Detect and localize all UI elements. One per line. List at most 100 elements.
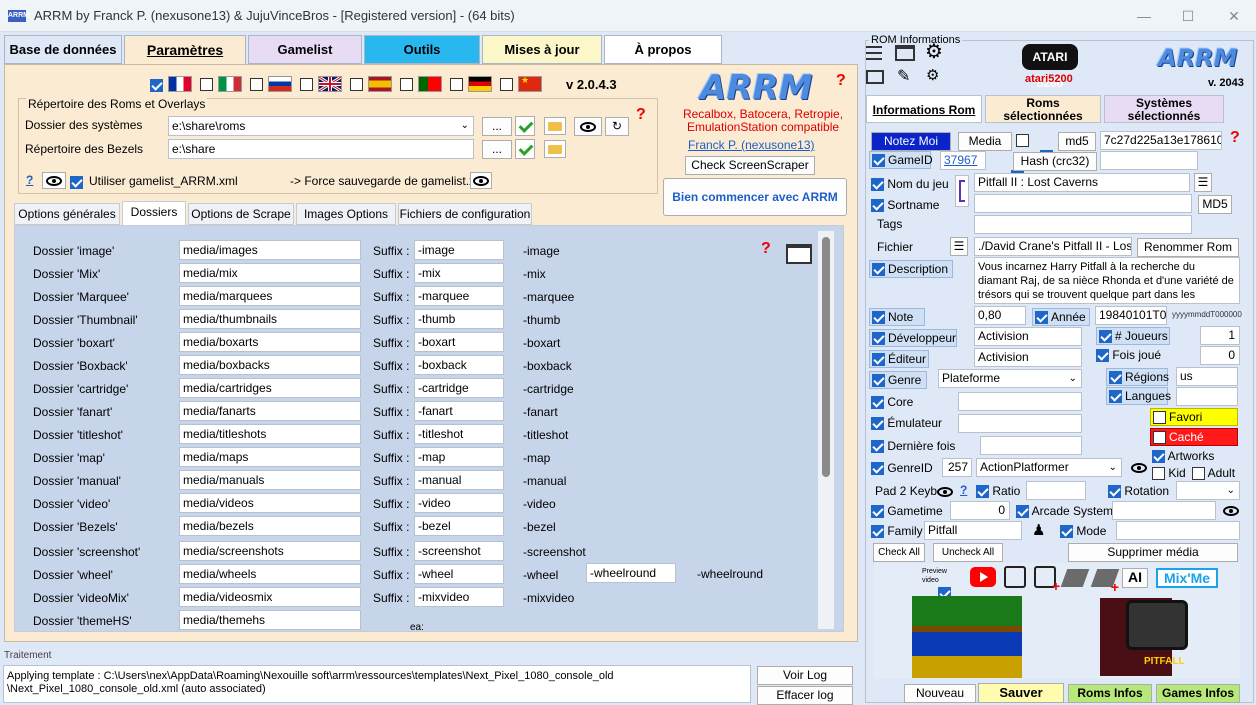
artworks-checkbox[interactable] <box>1152 450 1165 464</box>
lang-pt-checkbox[interactable] <box>400 78 413 91</box>
mode-field[interactable]: Mode <box>1060 524 1106 539</box>
folder-path-input[interactable]: media/maps <box>179 447 361 467</box>
arcade-field[interactable]: Arcade System <box>1016 504 1113 519</box>
wheel-extra-suffix-input[interactable]: -wheelround <box>586 563 676 583</box>
folder-path-input[interactable]: media/marquees <box>179 286 361 306</box>
name-sort-bracket-icon[interactable] <box>955 175 969 207</box>
tab-settings[interactable]: Paramètres <box>124 35 246 66</box>
suffix-input[interactable]: -bezel <box>414 516 504 536</box>
core-input[interactable] <box>958 392 1082 411</box>
emulator-field[interactable]: Émulateur <box>871 416 942 431</box>
arcade-checkbox[interactable] <box>1016 505 1029 519</box>
folder-path-input[interactable]: media/boxbacks <box>179 355 361 375</box>
systems-dir-select[interactable]: e:\share\roms ⌄ <box>168 116 474 136</box>
hash-button[interactable]: Hash (crc32) <box>1013 152 1097 171</box>
note-field-label[interactable]: Note <box>869 308 925 326</box>
regions-input[interactable]: us <box>1176 367 1238 386</box>
folder-path-input[interactable]: media/themehs <box>179 610 361 630</box>
ai-button[interactable]: AI <box>1122 568 1148 588</box>
lastplayed-field[interactable]: Dernière fois <box>871 439 955 454</box>
folder-path-input[interactable]: media/fanarts <box>179 401 361 421</box>
suffix-input[interactable]: -image <box>414 240 504 260</box>
ratio-field[interactable]: Ratio <box>976 484 1020 499</box>
delete-media-button[interactable]: Supprimer média <box>1068 543 1238 562</box>
rate-me-button[interactable]: Notez Moi <box>871 132 951 151</box>
film-add-icon[interactable]: + <box>1034 566 1060 594</box>
suffix-input[interactable]: -video <box>414 493 504 513</box>
tags-input[interactable] <box>974 215 1192 234</box>
systems-folder-icon[interactable] <box>544 117 566 135</box>
folders-help-icon[interactable]: ? <box>761 240 771 258</box>
languages-field-label[interactable]: Langues <box>1106 387 1171 405</box>
genreid-field[interactable]: GenreID <box>871 461 933 476</box>
lastplayed-input[interactable] <box>980 436 1082 455</box>
mixme-button[interactable]: Mix'Me <box>1156 568 1218 588</box>
use-gamelist-checkbox[interactable] <box>70 176 83 190</box>
film-icon[interactable] <box>1004 566 1026 588</box>
favorite-toggle[interactable]: Favori <box>1150 408 1238 426</box>
family-checkbox[interactable] <box>871 525 884 539</box>
about-help-icon[interactable]: ? <box>836 72 846 90</box>
suffix-input[interactable]: -cartridge <box>414 378 504 398</box>
players-input[interactable]: 1 <box>1200 326 1240 345</box>
media-button[interactable]: Media <box>958 132 1012 151</box>
note-checkbox[interactable] <box>872 311 885 324</box>
genre-checkbox[interactable] <box>872 374 885 387</box>
systems-browse-button[interactable]: ... <box>482 117 512 136</box>
tab-images-options[interactable]: Images Options <box>296 203 396 225</box>
pad2keyb-view-icon[interactable] <box>936 485 954 499</box>
suffix-input[interactable]: -fanart <box>414 401 504 421</box>
genre-select[interactable]: Plateforme ⌄ <box>938 369 1082 388</box>
gameid-checkbox[interactable] <box>872 154 885 167</box>
refresh-icon[interactable]: ↻ <box>605 117 629 136</box>
bezels-folder-icon[interactable] <box>544 140 566 158</box>
folder-path-input[interactable]: media/images <box>179 240 361 260</box>
sortname-checkbox[interactable] <box>871 199 884 213</box>
arcade-view-icon[interactable] <box>1222 504 1240 518</box>
gameid-field-label[interactable]: GameID <box>869 151 933 169</box>
lastplayed-checkbox[interactable] <box>871 440 884 454</box>
description-field-label[interactable]: Description <box>869 260 953 278</box>
tab-rom-info[interactable]: Informations Rom <box>866 95 982 123</box>
folder-path-input[interactable]: media/videosmix <box>179 587 361 607</box>
suffix-input[interactable]: -mix <box>414 263 504 283</box>
start-guide-button[interactable]: Bien commencer avec ARRM <box>663 178 847 216</box>
tab-selected-roms[interactable]: Roms sélectionnées <box>985 95 1101 123</box>
bezels-dir-input[interactable]: e:\share <box>168 139 474 159</box>
suffix-input[interactable]: -titleshot <box>414 424 504 444</box>
folder-path-input[interactable]: media/videos <box>179 493 361 513</box>
players-field-label[interactable]: # Joueurs <box>1096 327 1170 345</box>
developer-field-label[interactable]: Développeur <box>869 329 957 347</box>
person-icon[interactable]: ♟ <box>1032 521 1045 539</box>
played-field[interactable]: Fois joué <box>1096 348 1161 363</box>
md5-label-button[interactable]: md5 <box>1058 132 1096 151</box>
lang-es-checkbox[interactable] <box>350 78 363 91</box>
tab-database[interactable]: Base de données <box>4 35 122 64</box>
name-checkbox[interactable] <box>871 178 884 192</box>
hash-input[interactable] <box>1100 151 1198 170</box>
artworks-field[interactable]: Artworks <box>1152 449 1214 464</box>
gametime-checkbox[interactable] <box>871 505 884 519</box>
tab-folders[interactable]: Dossiers <box>122 201 186 226</box>
genre-field-label[interactable]: Genre <box>869 371 927 389</box>
media-checkbox[interactable] <box>1016 134 1029 147</box>
hidden-toggle[interactable]: Caché <box>1150 428 1238 446</box>
tab-about[interactable]: À propos <box>604 35 722 64</box>
name-list-icon[interactable]: ☰ <box>1194 173 1212 192</box>
open-folder-icon[interactable] <box>786 244 812 264</box>
regions-field-label[interactable]: Régions <box>1106 368 1169 386</box>
adult-field[interactable]: Adult <box>1192 466 1235 481</box>
kid-checkbox[interactable] <box>1152 467 1165 481</box>
save-button[interactable]: Sauver <box>978 683 1064 703</box>
mode-checkbox[interactable] <box>1060 525 1073 539</box>
developer-input[interactable]: Activision <box>974 327 1082 346</box>
year-input[interactable]: 19840101T000 <box>1095 306 1167 325</box>
lang-ru-checkbox[interactable] <box>250 78 263 91</box>
gamelist-help-icon[interactable]: ? <box>26 173 33 187</box>
kid-field[interactable]: Kid <box>1152 466 1186 481</box>
suffix-input[interactable]: -wheel <box>414 564 504 584</box>
arcade-input[interactable] <box>1112 501 1216 520</box>
suffix-input[interactable]: -mixvideo <box>414 587 504 607</box>
played-checkbox[interactable] <box>1096 349 1109 363</box>
adult-checkbox[interactable] <box>1192 467 1205 481</box>
